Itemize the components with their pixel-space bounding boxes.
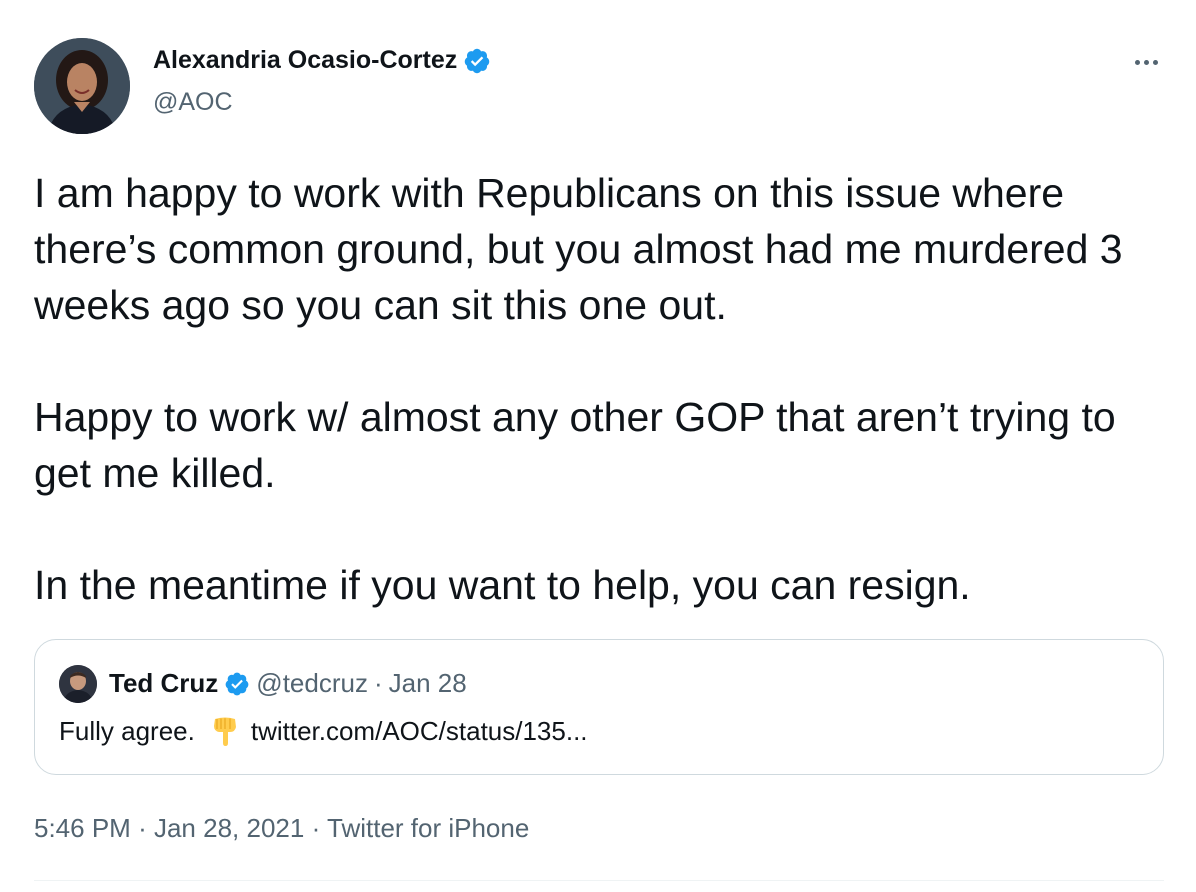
- dot: [1152, 59, 1158, 65]
- quoted-date[interactable]: Jan 28: [389, 668, 467, 699]
- verified-badge-icon: [225, 672, 249, 695]
- more-options-icon[interactable]: [1128, 50, 1164, 74]
- separator: ·: [138, 813, 147, 843]
- quoted-avatar: [59, 665, 97, 703]
- separator: ·: [311, 813, 321, 843]
- author-handle[interactable]: @AOC: [153, 88, 233, 117]
- avatar[interactable]: [34, 38, 130, 134]
- quoted-text-content: Fully agree.: [59, 715, 195, 746]
- quoted-handle: @tedcruz: [256, 668, 368, 698]
- tweet-paragraph: Happy to work w/ almost any other GOP th…: [34, 394, 1116, 496]
- quoted-display-name[interactable]: Ted Cruz: [109, 668, 218, 699]
- quoted-tweet-card[interactable]: Ted Cruz @tedcruz · Jan 28 Fully agree. …: [34, 639, 1164, 775]
- separator: ·: [373, 668, 383, 698]
- author-name-row[interactable]: Alexandria Ocasio-Cortez: [153, 46, 491, 75]
- avatar-image: [34, 38, 130, 134]
- quoted-header: Ted Cruz @tedcruz · Jan 28: [109, 668, 467, 699]
- pointing-down-hand-icon: [213, 717, 236, 746]
- tweet-paragraph: I am happy to work with Republicans on t…: [34, 170, 1123, 328]
- author-display-name[interactable]: Alexandria Ocasio-Cortez: [153, 46, 457, 75]
- tweet-paragraph: In the meantime if you want to help, you…: [34, 562, 971, 608]
- dot: [1134, 59, 1140, 65]
- quoted-avatar-image: [59, 665, 97, 703]
- tweet-metadata: 5:46 PM · Jan 28, 2021 · Twitter for iPh…: [34, 813, 529, 844]
- verified-badge-icon: [465, 48, 490, 73]
- dot: [1143, 59, 1149, 65]
- divider: [34, 880, 1164, 881]
- tweet-time[interactable]: 5:46 PM: [34, 813, 131, 843]
- tweet-date[interactable]: Jan 28, 2021: [154, 813, 304, 843]
- quoted-link[interactable]: twitter.com/AOC/status/135...: [251, 716, 588, 747]
- tweet-text: I am happy to work with Republicans on t…: [34, 165, 1164, 613]
- quoted-text: Fully agree. twitter.com/AOC/status/135.…: [59, 715, 588, 747]
- tweet-source[interactable]: Twitter for iPhone: [327, 813, 529, 843]
